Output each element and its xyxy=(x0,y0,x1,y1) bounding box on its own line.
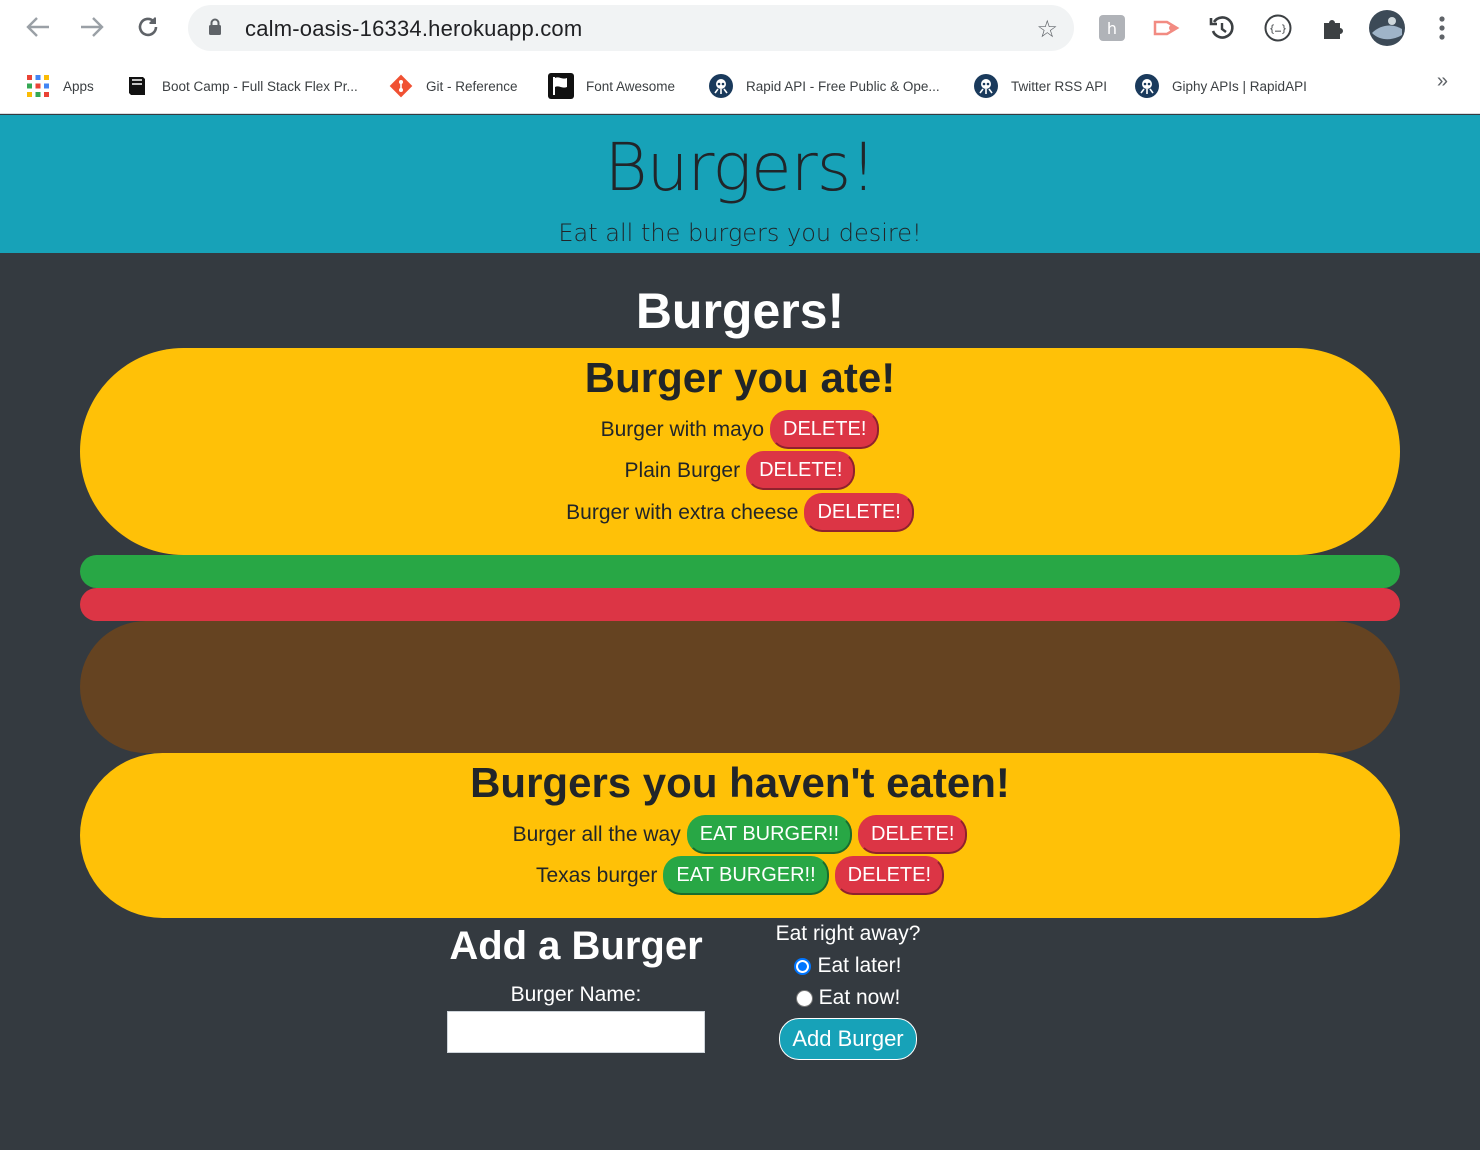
eat-option-group: Eat right away? Eat later! Eat now! Add … xyxy=(758,922,938,1060)
burger-name: Plain Burger xyxy=(624,458,741,482)
add-burger-button[interactable]: Add Burger xyxy=(779,1018,917,1060)
bookmark-star-icon[interactable]: ☆ xyxy=(1036,15,1058,44)
page-title: Burgers! xyxy=(604,129,876,206)
heroku-extension-icon[interactable]: h xyxy=(1096,12,1128,44)
burger-name: Burger all the way xyxy=(512,822,681,846)
list-item: Texas burger EAT BURGER!! DELETE! xyxy=(80,856,1400,895)
list-item: Burger all the way EAT BURGER!! DELETE! xyxy=(80,815,1400,854)
flag-icon xyxy=(548,73,574,99)
bookmark-git-reference[interactable]: Git - Reference xyxy=(388,68,518,104)
extension-arrow-icon[interactable] xyxy=(1151,12,1183,44)
patty-layer xyxy=(80,621,1400,753)
burger-name-input[interactable] xyxy=(447,1011,705,1053)
lettuce-layer xyxy=(80,555,1400,588)
bookmark-label: Font Awesome xyxy=(586,78,676,94)
bookmark-giphy-apis[interactable]: Giphy APIs | RapidAPI xyxy=(1134,68,1307,104)
bookmark-rapid-api[interactable]: Rapid API - Free Public & Ope... xyxy=(708,68,940,104)
burger-name: Burger with mayo xyxy=(600,417,765,441)
bookmark-label: Git - Reference xyxy=(426,78,518,94)
bookmark-apps[interactable]: Apps xyxy=(25,68,94,104)
delete-button[interactable]: DELETE! xyxy=(858,815,968,854)
eaten-burgers-bun: Burger you ate! Burger with mayo DELETE!… xyxy=(80,348,1400,555)
bookmark-boot-camp[interactable]: Boot Camp - Full Stack Flex Pr... xyxy=(124,68,358,104)
radio-option-eat-later[interactable]: Eat later! xyxy=(758,954,938,978)
profile-avatar-icon[interactable] xyxy=(1368,9,1406,47)
eaten-section-title: Burger you ate! xyxy=(584,354,896,401)
eat-question-label: Eat right away? xyxy=(775,922,921,945)
bookmark-label: Giphy APIs | RapidAPI xyxy=(1172,78,1307,94)
bookmark-twitter-rss-api[interactable]: Twitter RSS API xyxy=(973,68,1107,104)
apps-grid-icon xyxy=(25,73,51,99)
add-burger-form: Add a Burger Burger Name: xyxy=(446,918,706,1053)
radio-option-eat-now[interactable]: Eat now! xyxy=(758,986,938,1010)
radio-label: Eat now! xyxy=(818,986,901,1009)
eat-burger-button[interactable]: EAT BURGER!! xyxy=(663,856,829,895)
burger-name-label: Burger Name: xyxy=(510,983,642,1006)
bookmark-label: Apps xyxy=(63,78,94,94)
bookmark-font-awesome[interactable]: Font Awesome xyxy=(548,68,675,104)
git-icon xyxy=(388,73,414,99)
puzzle-extensions-icon[interactable] xyxy=(1316,12,1348,44)
url-text: calm-oasis-16334.herokuapp.com xyxy=(245,16,583,41)
svg-text:{…}: {…} xyxy=(1269,24,1287,35)
radio-button[interactable] xyxy=(795,989,813,1007)
reload-icon[interactable] xyxy=(133,12,163,42)
chrome-menu-icon[interactable] xyxy=(1426,12,1458,44)
svg-text:h: h xyxy=(1107,19,1117,38)
radio-button-checked[interactable] xyxy=(794,957,812,975)
rapidapi-icon xyxy=(1134,73,1160,99)
bookmark-label: Twitter RSS API xyxy=(1011,78,1108,94)
lock-icon xyxy=(208,18,222,36)
radio-label: Eat later! xyxy=(817,954,902,977)
delete-button[interactable]: DELETE! xyxy=(746,451,856,490)
page-subtitle: Eat all the burgers you desire! xyxy=(558,219,922,247)
uneaten-section-title: Burgers you haven't eaten! xyxy=(470,759,1010,806)
burger-name: Burger with extra cheese xyxy=(566,500,799,524)
list-item: Plain Burger DELETE! xyxy=(80,451,1400,490)
delete-button[interactable]: DELETE! xyxy=(804,493,914,532)
delete-button[interactable]: DELETE! xyxy=(834,856,945,895)
book-icon xyxy=(124,73,150,99)
bookmarks-bar: Apps Boot Camp - Full Stack Flex Pr... G… xyxy=(0,58,1480,114)
eat-burger-button[interactable]: EAT BURGER!! xyxy=(686,815,853,854)
add-burger-title: Add a Burger xyxy=(449,924,703,968)
list-item: Burger with mayo DELETE! xyxy=(80,410,1400,449)
rapidapi-icon xyxy=(708,73,734,99)
rapidapi-icon xyxy=(973,73,999,99)
json-extension-icon[interactable]: {…} xyxy=(1262,12,1294,44)
delete-button[interactable]: DELETE! xyxy=(770,410,880,449)
burger-name: Texas burger xyxy=(535,863,658,887)
browser-toolbar: calm-oasis-16334.herokuapp.com ☆ h {…} xyxy=(0,0,1480,58)
jumbotron-header: Burgers! Eat all the burgers you desire! xyxy=(0,115,1480,253)
list-item: Burger with extra cheese DELETE! xyxy=(80,493,1400,532)
tomato-layer xyxy=(80,588,1400,621)
uneaten-burgers-bun: Burgers you haven't eaten! Burger all th… xyxy=(80,753,1400,918)
bookmarks-overflow-chevron-icon[interactable]: » xyxy=(1437,70,1448,93)
address-bar[interactable]: calm-oasis-16334.herokuapp.com ☆ xyxy=(188,5,1074,51)
bookmark-label: Boot Camp - Full Stack Flex Pr... xyxy=(162,78,358,94)
history-extension-icon[interactable] xyxy=(1206,12,1238,44)
back-arrow-icon[interactable] xyxy=(23,12,53,42)
main-heading: Burgers! xyxy=(635,283,845,339)
forward-arrow-icon[interactable] xyxy=(77,12,107,42)
bookmark-label: Rapid API - Free Public & Ope... xyxy=(746,78,940,94)
